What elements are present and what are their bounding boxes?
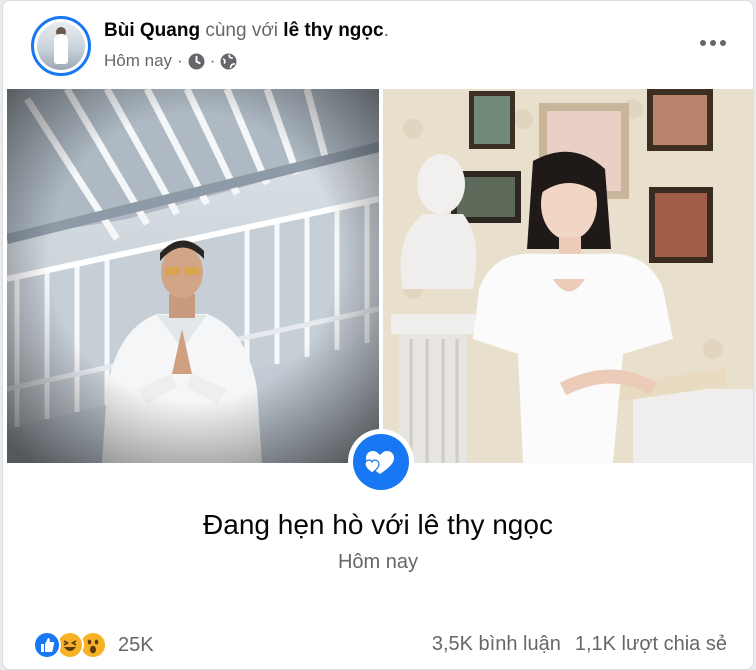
avatar-figure (54, 34, 68, 64)
more-dot (720, 40, 726, 46)
more-options-button[interactable] (695, 31, 731, 55)
post-header: Bùi Quang cùng với lê thy ngọc. Hôm nay … (3, 1, 753, 89)
photo-man-image (7, 89, 379, 463)
author-name-link[interactable]: Bùi Quang (104, 20, 200, 41)
life-event-badge (348, 429, 414, 495)
like-reaction-icon (33, 631, 61, 659)
post-footer: 25K 3,5K bình luận 1,1K lượt chia sẻ (3, 621, 753, 665)
photo-woman-image (383, 89, 753, 463)
more-dot (710, 40, 716, 46)
photo-right[interactable] (383, 89, 753, 463)
shares-count-link[interactable]: 1,1K lượt chia sẻ (575, 633, 727, 656)
tagged-person-link[interactable]: lê thy ngọc (283, 20, 383, 41)
life-event-title: Đang hẹn hò với lê thy ngọc (203, 509, 553, 540)
post-time-link[interactable]: Hôm nay (104, 51, 172, 71)
post-card: Bùi Quang cùng với lê thy ngọc. Hôm nay … (2, 0, 754, 670)
post-meta: Hôm nay · · (104, 51, 237, 71)
meta-separator: · (177, 51, 183, 70)
author-avatar[interactable] (31, 16, 91, 76)
photo-left[interactable] (7, 89, 379, 463)
meta-separator-2: · (209, 51, 216, 70)
life-event-time: Hôm nay (337, 551, 419, 573)
period-text: . (383, 20, 389, 41)
comments-count-link[interactable]: 3,5K bình luận (432, 633, 561, 656)
post-author-line: Bùi Quang cùng với lê thy ngọc. (104, 20, 389, 42)
globe-icon[interactable] (220, 53, 237, 70)
more-dot (700, 40, 706, 46)
heart-icon (364, 451, 394, 474)
badge-circle (353, 434, 409, 490)
avatar-image (37, 22, 85, 70)
reactions-summary[interactable]: 25K (33, 631, 154, 659)
with-text: cùng với (205, 20, 279, 41)
engagement-stats: 3,5K bình luận 1,1K lượt chia sẻ (432, 633, 727, 656)
reaction-count: 25K (118, 633, 154, 656)
clock-icon (188, 53, 205, 69)
